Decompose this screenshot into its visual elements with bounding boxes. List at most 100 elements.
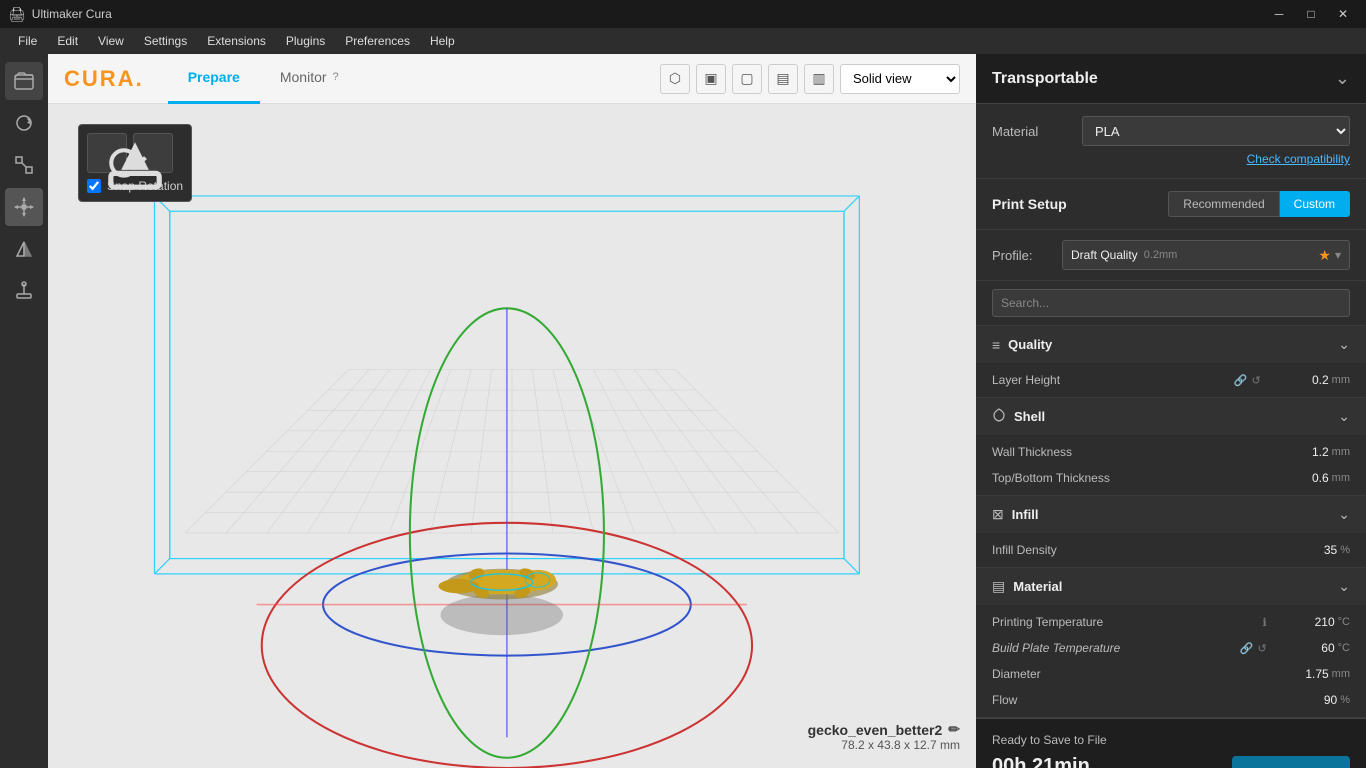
check-compat-link[interactable]: Check compatibility: [992, 152, 1350, 166]
flow-value: 90: [1277, 693, 1337, 707]
layer-height-link-icon[interactable]: 🔗: [1234, 374, 1248, 387]
rotate-lay-flat-btn[interactable]: [133, 133, 173, 173]
material-settings-icon: ▤: [992, 578, 1005, 595]
diameter-label: Diameter: [992, 667, 1269, 681]
diameter-row: Diameter 1.75 mm: [976, 661, 1366, 687]
app-title: Ultimaker Cura: [32, 7, 112, 21]
printing-temp-label: Printing Temperature: [992, 615, 1262, 629]
layer-height-value: 0.2: [1269, 373, 1329, 387]
printing-temp-info-icon[interactable]: ℹ: [1262, 616, 1266, 629]
top-bottom-thickness-row: Top/Bottom Thickness 0.6 mm: [976, 465, 1366, 491]
sidebar-open-btn[interactable]: [5, 62, 43, 100]
build-plate-reset-icon[interactable]: ↺: [1257, 642, 1266, 655]
infill-density-label: Infill Density: [992, 543, 1277, 557]
tab-monitor[interactable]: Monitor ?: [260, 54, 359, 104]
menu-plugins[interactable]: Plugins: [276, 28, 335, 54]
sidebar-rotate-btn[interactable]: [5, 104, 43, 142]
main-area: CURA. Prepare Monitor ? ⬡ ▣ ▢ ▤ ▥ Solid …: [0, 54, 1366, 768]
profile-label: Profile:: [992, 248, 1052, 263]
viewport[interactable]: ⟳ Snap Rotation gecko_even_better2 ✏ 7: [48, 104, 976, 768]
menu-settings[interactable]: Settings: [134, 28, 197, 54]
sidebar-mirror-btn[interactable]: [5, 230, 43, 268]
tab-prepare[interactable]: Prepare: [168, 54, 260, 104]
sidebar-support-btn[interactable]: [5, 272, 43, 310]
build-plate-link-icon[interactable]: 🔗: [1240, 642, 1254, 655]
wall-thickness-unit: mm: [1332, 446, 1350, 458]
quality-section-header[interactable]: ≡ Quality ⌄: [976, 326, 1366, 363]
shell-section-body: Wall Thickness 1.2 mm Top/Bottom Thickne…: [976, 435, 1366, 495]
menu-extensions[interactable]: Extensions: [197, 28, 276, 54]
titlebar: 🖨 Ultimaker Cura ─ □ ✕: [0, 0, 1366, 28]
sidebar-scale-btn[interactable]: [5, 146, 43, 184]
menu-preferences[interactable]: Preferences: [335, 28, 420, 54]
panel-collapse-btn[interactable]: ⌄: [1335, 68, 1350, 89]
print-time: 00h 21min: [992, 755, 1090, 768]
layer-height-label: Layer Height: [992, 373, 1234, 387]
right-panel: Transportable ⌄ Material PLA ABS PETG Ny…: [976, 54, 1366, 768]
view-front-btn[interactable]: ▣: [696, 64, 726, 94]
printing-temp-unit: °C: [1338, 616, 1350, 628]
topbar: CURA. Prepare Monitor ? ⬡ ▣ ▢ ▤ ▥ Solid …: [48, 54, 976, 104]
printing-temp-value: 210: [1275, 615, 1335, 629]
shell-title: Shell: [1014, 409, 1045, 424]
infill-icon: ⊠: [992, 506, 1004, 523]
app-logo: CURA.: [64, 66, 144, 92]
bottom-row: 00h 21min 1.41m / ~ 4g Save to File: [992, 755, 1350, 768]
view-mode-select[interactable]: Solid view X-Ray view Layers view: [840, 64, 960, 94]
model-name-text: gecko_even_better2: [808, 722, 943, 738]
shell-section: Shell ⌄ Wall Thickness 1.2 mm Top/Bottom…: [976, 398, 1366, 496]
model-dimensions: 78.2 x 43.8 x 12.7 mm: [808, 738, 960, 752]
build-plate-temp-label: Build Plate Temperature: [992, 641, 1240, 655]
rotation-buttons: ⟳: [87, 133, 183, 173]
infill-chevron-icon: ⌄: [1338, 506, 1350, 523]
menu-edit[interactable]: Edit: [47, 28, 88, 54]
ready-label: Ready to Save to File: [992, 733, 1350, 747]
material-settings-title: Material: [1013, 579, 1062, 594]
shell-section-header[interactable]: Shell ⌄: [976, 398, 1366, 435]
tab-recommended[interactable]: Recommended: [1168, 191, 1279, 217]
setup-tabs: Recommended Custom: [1168, 191, 1350, 217]
build-plate-temp-unit: °C: [1338, 642, 1350, 654]
tab-custom[interactable]: Custom: [1280, 191, 1350, 217]
layer-height-row: Layer Height 🔗 ↺ 0.2 mm: [976, 367, 1366, 393]
view-perspective-btn[interactable]: ⬡: [660, 64, 690, 94]
menu-help[interactable]: Help: [420, 28, 465, 54]
panel-title: Transportable: [992, 70, 1098, 88]
infill-section-body: Infill Density 35 %: [976, 533, 1366, 567]
quality-section: ≡ Quality ⌄ Layer Height 🔗 ↺ 0.2 mm: [976, 326, 1366, 398]
profile-dropdown[interactable]: Draft Quality 0.2mm ★ ▾: [1062, 240, 1350, 270]
close-btn[interactable]: ✕: [1328, 4, 1358, 24]
material-settings-section: ▤ Material ⌄ Printing Temperature ℹ 210 …: [976, 568, 1366, 718]
monitor-help-icon[interactable]: ?: [333, 71, 339, 83]
material-section-header[interactable]: ▤ Material ⌄: [976, 568, 1366, 605]
top-bottom-thickness-label: Top/Bottom Thickness: [992, 471, 1269, 485]
view-right-btn[interactable]: ▥: [804, 64, 834, 94]
wall-thickness-label: Wall Thickness: [992, 445, 1269, 459]
time-info: 00h 21min 1.41m / ~ 4g: [992, 755, 1090, 768]
material-settings-chevron-icon: ⌄: [1338, 578, 1350, 595]
infill-density-unit: %: [1340, 544, 1350, 556]
menu-view[interactable]: View: [88, 28, 134, 54]
view-left-btn[interactable]: ▤: [768, 64, 798, 94]
profile-star-icon: ★: [1318, 247, 1331, 264]
material-select[interactable]: PLA ABS PETG Nylon: [1082, 116, 1350, 146]
layer-height-reset-icon[interactable]: ↺: [1251, 374, 1260, 387]
save-to-file-button[interactable]: Save to File: [1232, 756, 1350, 768]
infill-section-header[interactable]: ⊠ Infill ⌄: [976, 496, 1366, 533]
view-back-btn[interactable]: ▢: [732, 64, 762, 94]
material-section: Material PLA ABS PETG Nylon Check compat…: [976, 104, 1366, 179]
quality-icon: ≡: [992, 337, 1000, 353]
profile-chevron-icon: ▾: [1335, 248, 1341, 262]
minimize-btn[interactable]: ─: [1264, 4, 1294, 24]
top-bottom-thickness-unit: mm: [1332, 472, 1350, 484]
build-plate-temp-row: Build Plate Temperature 🔗 ↺ 60 °C: [976, 635, 1366, 661]
menu-file[interactable]: File: [8, 28, 47, 54]
diameter-unit: mm: [1332, 668, 1350, 680]
maximize-btn[interactable]: □: [1296, 4, 1326, 24]
sidebar-move-btn[interactable]: [5, 188, 43, 226]
menubar: File Edit View Settings Extensions Plugi…: [0, 28, 1366, 54]
edit-name-icon[interactable]: ✏: [948, 721, 960, 738]
panel-header: Transportable ⌄: [976, 54, 1366, 104]
layer-height-unit: mm: [1332, 374, 1350, 386]
settings-search-input[interactable]: [992, 289, 1350, 317]
